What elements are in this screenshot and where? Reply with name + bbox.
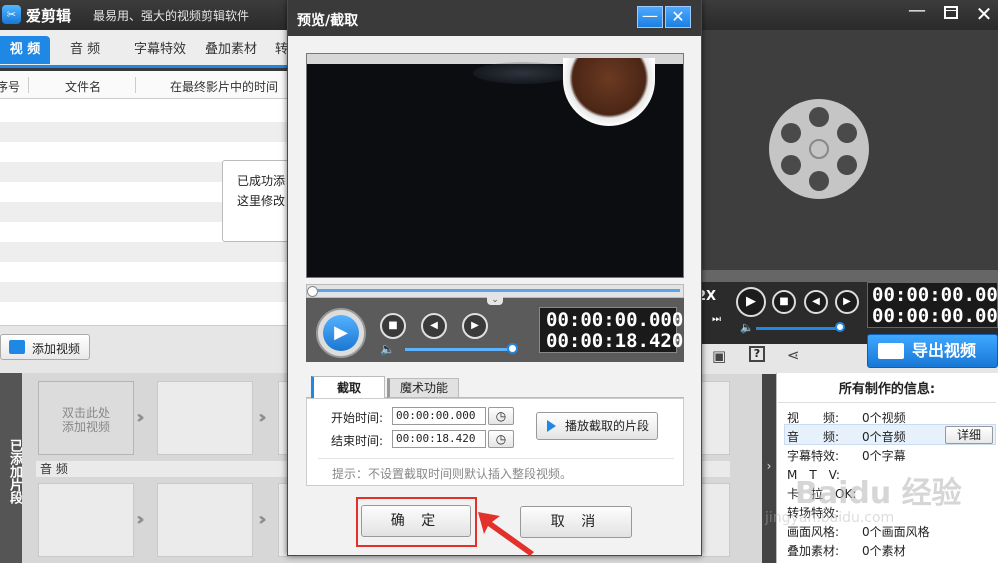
info-label: 叠加素材:	[787, 544, 840, 558]
time-current: 00:00:00.000	[872, 284, 998, 306]
main-seek-bar[interactable]	[702, 270, 998, 282]
audio-slot[interactable]	[700, 483, 730, 557]
seek-handle[interactable]	[307, 286, 318, 297]
chevron-right-icon: ››	[136, 509, 145, 530]
column-index[interactable]: 序号	[0, 78, 20, 95]
dialog-play-button[interactable]: ▶	[316, 308, 366, 358]
clip-slot[interactable]	[157, 381, 253, 455]
time-current: 00:00:00.000	[546, 309, 684, 331]
slot-hint-line: 双击此处	[61, 406, 110, 420]
info-label: 音 频:	[787, 430, 840, 444]
tooltip-line: 这里修改	[237, 194, 286, 208]
next-frame-icon[interactable]: ▶	[835, 290, 859, 314]
tab-audio[interactable]: 音 频	[70, 36, 100, 64]
add-video-slot[interactable]: 双击此处 添加视频	[38, 381, 134, 455]
info-value: 0个素材	[862, 544, 906, 558]
window-close-button[interactable]: ✕	[972, 2, 996, 26]
time-total: 00:00:00.000	[872, 305, 998, 327]
chevron-down-icon[interactable]: ⌄	[487, 296, 503, 305]
stop-icon[interactable]: ■	[772, 290, 796, 314]
chevron-right-icon: ››	[258, 509, 267, 530]
prev-frame-icon[interactable]: ◀	[421, 313, 447, 339]
tab-cut[interactable]: 截取	[311, 376, 385, 399]
film-reel-icon	[769, 99, 869, 199]
info-label: 视 频:	[787, 411, 840, 425]
chevron-right-icon: ››	[258, 407, 267, 428]
chevron-right-icon: ››	[136, 407, 145, 428]
dialog-minimize-button[interactable]: —	[637, 6, 663, 28]
slot-hint-line: 添加视频	[61, 420, 110, 434]
tooltip-line: 已成功添	[237, 174, 286, 188]
info-value: 0个视频	[862, 411, 906, 425]
clock-icon[interactable]: ◷	[488, 407, 514, 425]
add-video-label: 添加视频	[32, 342, 81, 356]
volume-slider[interactable]	[405, 348, 513, 351]
export-video-button[interactable]: 导出视频	[867, 334, 998, 368]
tab-video[interactable]: 视 频	[0, 36, 50, 64]
info-panel-title: 所有制作的信息:	[838, 382, 936, 397]
play-icon	[547, 420, 556, 432]
hint-text: 提示：不设置截取时间则默认插入整段视频。	[332, 467, 573, 481]
window-minimize-button[interactable]: —	[906, 2, 928, 24]
main-time-display: 00:00:00.000 00:00:00.000	[867, 282, 998, 328]
app-logo-icon: ✂	[2, 5, 21, 24]
tab-subtitle-effects[interactable]: 字幕特效	[134, 36, 186, 64]
volume-slider-handle[interactable]	[835, 322, 845, 332]
play-cut-segment-label: 播放截取的片段	[565, 419, 650, 433]
clip-slot[interactable]	[700, 381, 730, 455]
play-icon[interactable]: ▶	[736, 287, 766, 317]
add-video-button[interactable]: 添加视频	[0, 334, 90, 360]
audio-slot[interactable]	[38, 483, 134, 557]
app-title: 爱剪辑	[26, 7, 72, 25]
play-icon: ▶	[323, 315, 359, 351]
share-icon[interactable]: ⋖	[787, 346, 800, 364]
dialog-title: 预览/截取	[297, 13, 359, 29]
annotation-highlight-box	[356, 497, 477, 547]
divider	[318, 458, 674, 459]
help-icon[interactable]: ?	[749, 346, 765, 362]
file-list-header: 序号 文件名 在最终影片中的时间	[0, 71, 290, 99]
panel-collapse-button[interactable]: ›	[762, 373, 776, 563]
tab-magic-functions[interactable]: 魔术功能	[387, 378, 459, 398]
info-label: 字幕特效:	[787, 449, 840, 463]
divider	[778, 402, 996, 403]
video-frame-content	[473, 62, 573, 84]
watermark: Baidu 经验	[795, 476, 962, 511]
export-icon	[878, 343, 904, 359]
start-time-label: 开始时间:	[331, 411, 384, 425]
save-icon[interactable]: ▣	[712, 347, 726, 365]
film-add-icon	[9, 340, 25, 354]
added-clips-label: 已添加片段	[0, 373, 22, 563]
info-value: 0个音频	[862, 430, 906, 444]
play-cut-segment-button[interactable]: 播放截取的片段	[536, 412, 658, 440]
prev-frame-icon[interactable]: ◀	[804, 290, 828, 314]
watermark-url: jingyan.baidu.com	[765, 510, 895, 526]
next-icon[interactable]: ⏭	[712, 314, 721, 325]
annotation-arrow-icon	[478, 512, 534, 556]
end-time-label: 结束时间:	[331, 434, 384, 448]
volume-icon: 🔈	[380, 342, 395, 356]
clock-icon[interactable]: ◷	[488, 430, 514, 448]
dialog-close-button[interactable]: ✕	[665, 6, 691, 28]
column-timeline-position[interactable]: 在最终影片中的时间	[170, 78, 278, 95]
volume-slider-handle[interactable]	[507, 343, 518, 354]
detail-button[interactable]: 详细	[945, 426, 993, 444]
volume-icon: 🔈	[740, 321, 754, 334]
dialog-time-display: 00:00:00.000 00:00:18.420	[539, 307, 684, 353]
main-tabbar: 视 频 音 频 字幕特效 叠加素材 转	[0, 30, 290, 68]
app-slogan: 最易用、强大的视频剪辑软件	[93, 9, 250, 23]
export-video-label: 导出视频	[912, 341, 977, 360]
window-maximize-button[interactable]	[944, 6, 958, 19]
info-value: 0个字幕	[862, 449, 906, 463]
stop-icon[interactable]: ■	[380, 313, 406, 339]
audio-slot[interactable]	[157, 483, 253, 557]
end-time-input[interactable]: 00:00:18.420	[392, 430, 486, 448]
seek-track	[310, 289, 680, 292]
tab-overlay-materials[interactable]: 叠加素材	[205, 36, 257, 64]
time-total: 00:00:18.420	[546, 330, 684, 352]
next-frame-icon[interactable]: ▶	[462, 313, 488, 339]
volume-slider[interactable]	[756, 327, 836, 330]
column-filename[interactable]: 文件名	[65, 78, 101, 95]
start-time-input[interactable]: 00:00:00.000	[392, 407, 486, 425]
